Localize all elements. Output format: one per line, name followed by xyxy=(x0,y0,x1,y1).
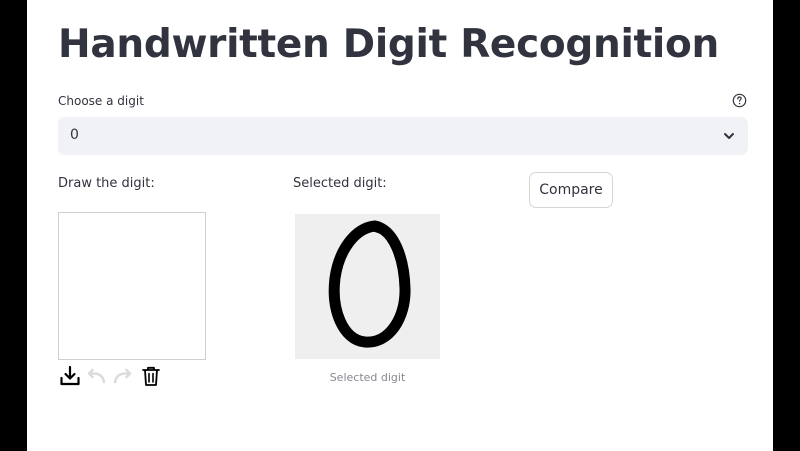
digit-select[interactable]: 0 xyxy=(58,117,748,155)
app-main: Handwritten Digit Recognition Choose a d… xyxy=(27,0,773,451)
drawing-canvas[interactable] xyxy=(58,212,206,360)
redo-icon[interactable] xyxy=(111,364,135,388)
digit-select-value: 0 xyxy=(70,127,79,143)
page-title: Handwritten Digit Recognition xyxy=(58,22,719,67)
draw-digit-label: Draw the digit: xyxy=(58,176,155,191)
question-circle-icon[interactable] xyxy=(732,93,747,108)
selected-digit-image xyxy=(295,214,440,359)
trash-icon[interactable] xyxy=(139,364,163,388)
digit-select-label: Choose a digit xyxy=(58,94,144,108)
chevron-down-icon xyxy=(724,133,734,139)
undo-icon[interactable] xyxy=(84,364,108,388)
selected-digit-label: Selected digit: xyxy=(293,176,387,191)
download-icon[interactable] xyxy=(58,364,82,388)
selected-digit-caption: Selected digit xyxy=(329,371,406,384)
compare-button[interactable]: Compare xyxy=(529,172,613,208)
